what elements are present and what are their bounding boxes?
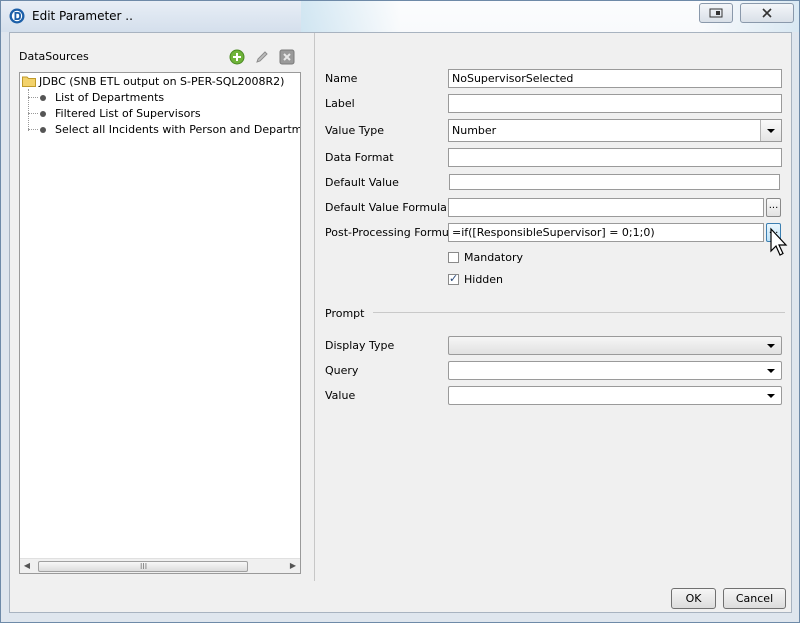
label-label: Label [325,97,355,110]
app-icon [9,8,25,24]
parameter-form: Name NoSupervisorSelected Label Value Ty… [315,33,791,581]
scroll-left-icon[interactable]: ◀ [22,561,32,571]
dialog-body: DataSources JDBC (SNB ETL output on S-PE… [9,32,792,613]
query-select[interactable] [448,361,782,380]
data-format-field[interactable] [448,148,782,167]
query-icon [40,95,46,101]
default-value-label: Default Value [325,176,399,189]
scrollbar-grip: III [140,562,148,571]
datasources-panel: DataSources JDBC (SNB ETL output on S-PE… [10,33,315,581]
tree-item[interactable]: List of Departments [20,90,300,106]
value-type-value: Number [452,124,497,137]
tree-root-item[interactable]: JDBC (SNB ETL output on S-PER-SQL2008R2) [20,74,300,90]
name-label: Name [325,72,358,85]
title-bar: Edit Parameter .. [1,1,799,32]
name-field[interactable]: NoSupervisorSelected [448,69,782,88]
data-format-label: Data Format [325,151,394,164]
tree-item-label: List of Departments [55,91,165,104]
mouse-cursor-icon [770,227,788,256]
add-icon [229,49,245,65]
label-field[interactable] [448,94,782,113]
value-type-label: Value Type [325,124,384,137]
edit-datasource-button[interactable] [254,49,270,65]
datasources-tree[interactable]: JDBC (SNB ETL output on S-PER-SQL2008R2)… [19,72,301,574]
ok-button[interactable]: OK [671,588,716,609]
scrollbar-thumb[interactable]: III [38,561,248,572]
mandatory-label[interactable]: Mandatory [464,251,523,264]
chevron-down-icon [767,128,775,133]
close-icon [762,8,772,18]
hidden-label[interactable]: Hidden [464,273,503,286]
tree-item[interactable]: Select all Incidents with Person and Dep… [20,122,300,138]
default-value-formula-label: Default Value Formula [325,201,447,214]
delete-datasource-button[interactable] [279,49,295,65]
query-label: Query [325,364,359,377]
mandatory-checkbox[interactable] [448,252,459,263]
display-type-dropdown-button[interactable] [761,337,781,354]
restore-icon [709,8,723,18]
chevron-down-icon [767,343,775,348]
query-icon [40,127,46,133]
edit-parameter-dialog: Edit Parameter .. DataSources JDBC (SNB … [0,0,800,623]
horizontal-scrollbar[interactable]: ◀ III ▶ [20,558,300,573]
folder-icon [22,76,36,87]
post-processing-formula-label: Post-Processing Formula [325,226,459,239]
pencil-icon [256,51,268,63]
add-datasource-button[interactable] [229,49,245,65]
tree-item-label: Select all Incidents with Person and Dep… [55,123,301,136]
close-button[interactable] [740,3,794,23]
restore-button[interactable] [699,3,733,23]
query-icon [40,111,46,117]
default-value-formula-edit-button[interactable]: ... [766,198,781,217]
value-dropdown-button[interactable] [761,387,781,404]
value-type-dropdown-button[interactable] [760,120,781,141]
default-value-formula-field[interactable] [448,198,764,217]
post-processing-formula-field[interactable]: =if([ResponsibleSupervisor] = 0;1;0) [448,223,764,242]
query-dropdown-button[interactable] [761,362,781,379]
tree-item-label: Filtered List of Supervisors [55,107,201,120]
cancel-button[interactable]: Cancel [723,588,786,609]
datasources-label: DataSources [19,50,89,63]
scroll-right-icon[interactable]: ▶ [288,561,298,571]
tree-item[interactable]: Filtered List of Supervisors [20,106,300,122]
hidden-checkbox[interactable] [448,272,459,285]
display-type-label: Display Type [325,339,395,352]
chevron-down-icon [767,393,775,398]
value-type-select[interactable]: Number [448,119,782,142]
window-title: Edit Parameter .. [32,9,133,23]
display-type-select[interactable] [448,336,782,355]
value-select[interactable] [448,386,782,405]
delete-icon [279,49,295,65]
default-value-field[interactable] [449,174,780,190]
chevron-down-icon [767,368,775,373]
prompt-section-label: Prompt [325,307,365,320]
value-label: Value [325,389,356,402]
tree-root-label: JDBC (SNB ETL output on S-PER-SQL2008R2) [39,75,285,88]
prompt-separator [373,312,785,313]
